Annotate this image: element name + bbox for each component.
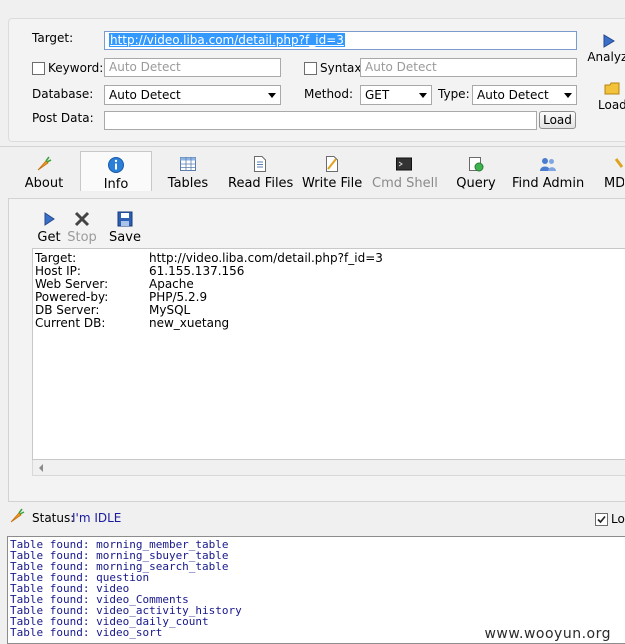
tab-read-files-label: Read Files bbox=[228, 176, 294, 191]
info-key: DB Server: bbox=[35, 303, 100, 317]
carrot-icon bbox=[10, 508, 25, 523]
type-select[interactable]: Auto Detect bbox=[472, 85, 577, 105]
play-icon bbox=[603, 34, 615, 48]
watermark: www.wooyun.org bbox=[484, 626, 611, 642]
analyze-label: Analyze bbox=[587, 50, 625, 64]
analyze-button[interactable]: Analyze bbox=[586, 34, 625, 64]
carrot-icon bbox=[37, 156, 52, 171]
table-icon bbox=[180, 157, 196, 171]
method-value: GET bbox=[365, 88, 390, 102]
tab-about[interactable]: About bbox=[22, 155, 66, 191]
info-row-host-ip: Host IP: 61.155.137.156 bbox=[35, 264, 244, 278]
tab-md5-label: MD5 bbox=[604, 176, 624, 191]
database-value: Auto Detect bbox=[109, 88, 181, 102]
tab-info[interactable]: Info bbox=[80, 151, 152, 192]
syntax-input[interactable]: Auto Detect bbox=[360, 58, 577, 77]
floppy-icon bbox=[117, 211, 133, 227]
tab-cmd-shell-label: Cmd Shell bbox=[372, 176, 438, 191]
check-icon bbox=[597, 515, 606, 524]
database-select[interactable]: Auto Detect bbox=[104, 85, 281, 105]
syntax-checkbox[interactable] bbox=[304, 62, 317, 75]
log-checkbox-label: Log bbox=[611, 512, 625, 526]
database-label: Database: bbox=[32, 87, 94, 101]
chevron-down-icon bbox=[564, 93, 572, 98]
tab-cmd-shell[interactable]: Cmd Shell bbox=[372, 155, 438, 191]
tab-md5[interactable]: MD5 bbox=[604, 155, 624, 191]
info-value: 61.155.137.156 bbox=[149, 264, 245, 278]
info-output[interactable]: Target: http://video.liba.com/detail.php… bbox=[32, 248, 625, 460]
stop-button[interactable]: Stop bbox=[67, 210, 97, 245]
folder-icon bbox=[604, 82, 620, 95]
tab-tables-label: Tables bbox=[167, 176, 209, 191]
tab-info-label: Info bbox=[103, 177, 129, 192]
tab-tables[interactable]: Tables bbox=[164, 155, 212, 191]
load-side-label: Load bbox=[598, 98, 625, 112]
info-value: new_xuetang bbox=[149, 316, 230, 330]
tab-read-files[interactable]: Read Files bbox=[228, 155, 294, 191]
chevron-down-icon bbox=[419, 93, 427, 98]
tab-find-admin[interactable]: Find Admin bbox=[512, 155, 584, 191]
get-button[interactable]: Get bbox=[37, 210, 61, 245]
method-select[interactable]: GET bbox=[360, 85, 432, 105]
admin-icon bbox=[540, 158, 556, 171]
log-checkbox[interactable] bbox=[595, 513, 608, 526]
play-icon bbox=[44, 212, 55, 226]
info-value: http://video.liba.com/detail.php?f_id=3 bbox=[149, 251, 383, 265]
info-row-target: Target: http://video.liba.com/detail.php… bbox=[35, 251, 383, 265]
chevron-left-icon bbox=[39, 464, 43, 472]
status-label: Status: bbox=[32, 511, 75, 525]
horizontal-scrollbar[interactable] bbox=[32, 460, 625, 476]
load-side-button[interactable]: Load bbox=[598, 82, 625, 112]
terminal-icon bbox=[396, 157, 412, 171]
query-icon bbox=[469, 157, 484, 172]
stop-label: Stop bbox=[67, 230, 97, 245]
syntax-label: Syntax: bbox=[320, 61, 366, 75]
write-icon bbox=[326, 156, 338, 172]
info-row-db-server: DB Server: MySQL bbox=[35, 303, 190, 317]
postdata-input[interactable] bbox=[104, 111, 537, 130]
info-value: PHP/5.2.9 bbox=[149, 290, 208, 304]
save-button[interactable]: Save bbox=[109, 210, 141, 245]
document-icon bbox=[254, 156, 266, 172]
chevron-down-icon bbox=[268, 93, 276, 98]
get-label: Get bbox=[37, 230, 61, 245]
close-icon bbox=[74, 211, 90, 227]
tab-write-file-label: Write File bbox=[302, 176, 363, 191]
info-key: Host IP: bbox=[35, 264, 81, 278]
tab-find-admin-label: Find Admin bbox=[512, 176, 585, 191]
status-value: I'm IDLE bbox=[72, 511, 122, 525]
info-row-powered-by: Powered-by: PHP/5.2.9 bbox=[35, 290, 207, 304]
info-key: Powered-by: bbox=[35, 290, 109, 304]
keyword-label: Keyword: bbox=[48, 61, 104, 75]
postdata-label: Post Data: bbox=[32, 111, 94, 125]
info-key: Current DB: bbox=[35, 316, 106, 330]
info-key: Web Server: bbox=[35, 277, 109, 291]
target-label: Target: bbox=[32, 31, 74, 45]
info-row-web-server: Web Server: Apache bbox=[35, 277, 194, 291]
method-label: Method: bbox=[304, 87, 354, 101]
tab-write-file[interactable]: Write File bbox=[302, 155, 362, 191]
separator bbox=[0, 146, 625, 147]
keyword-checkbox[interactable] bbox=[32, 62, 45, 75]
save-label: Save bbox=[109, 230, 141, 245]
tab-about-label: About bbox=[24, 176, 64, 191]
info-icon bbox=[108, 157, 124, 173]
keyword-input[interactable]: Auto Detect bbox=[104, 58, 281, 77]
load-postdata-button[interactable]: Load bbox=[539, 111, 576, 129]
md5-icon bbox=[614, 158, 624, 168]
type-value: Auto Detect bbox=[477, 88, 549, 102]
target-input[interactable]: http://video.liba.com/detail.php?f_id=3 bbox=[104, 31, 577, 50]
info-value: MySQL bbox=[149, 303, 191, 317]
tab-query[interactable]: Query bbox=[454, 155, 498, 191]
info-value: Apache bbox=[149, 277, 194, 291]
info-row-current-db: Current DB: new_xuetang bbox=[35, 316, 229, 330]
info-key: Target: bbox=[35, 251, 77, 265]
type-label: Type: bbox=[438, 87, 470, 101]
tab-query-label: Query bbox=[456, 176, 496, 191]
target-value: http://video.liba.com/detail.php?f_id=3 bbox=[109, 33, 345, 47]
